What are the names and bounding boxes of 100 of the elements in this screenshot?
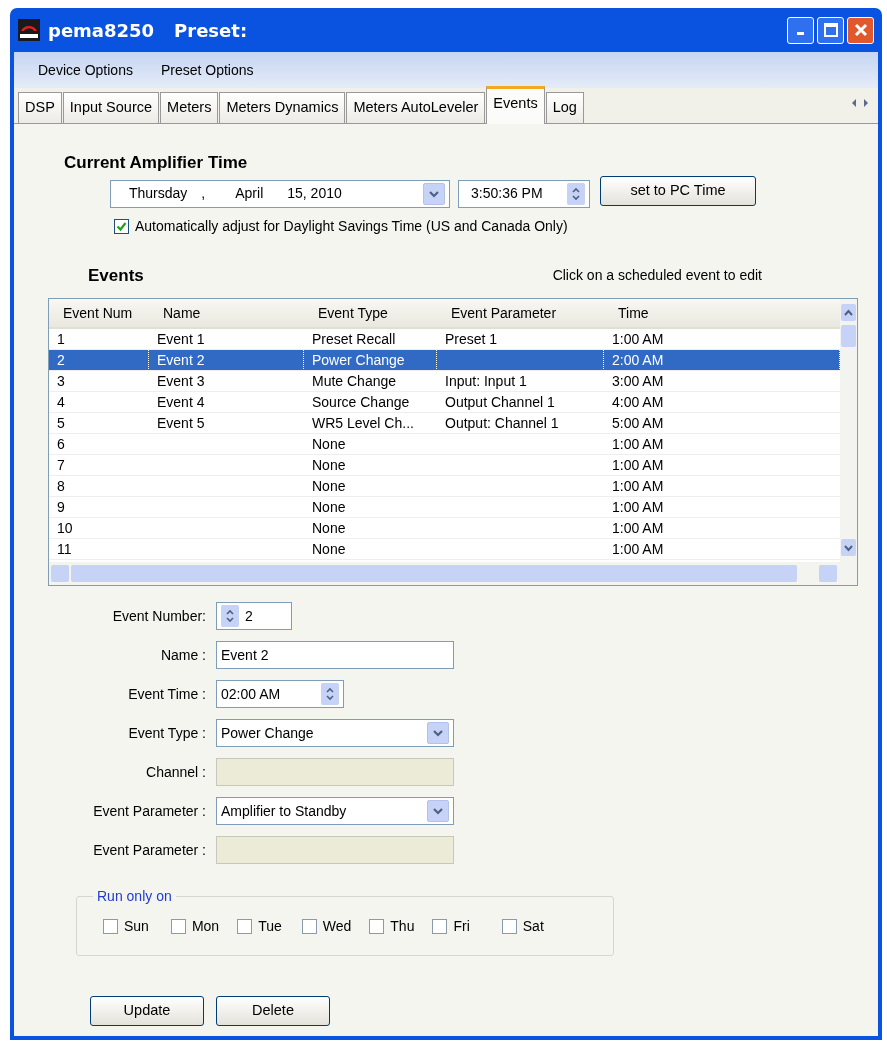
dropdown[interactable]: Amplifier to Standby: [216, 797, 454, 825]
delete-button[interactable]: Delete: [216, 996, 330, 1026]
table-cell[interactable]: Event 3: [149, 371, 304, 392]
date-part[interactable]: 15, 2010: [287, 183, 342, 204]
table-cell[interactable]: 4:00 AM: [604, 392, 840, 413]
table-cell[interactable]: 6: [49, 434, 149, 455]
table-cell[interactable]: None: [304, 455, 437, 476]
menu-item[interactable]: Preset Options: [160, 59, 254, 81]
dst-checkbox[interactable]: [114, 218, 129, 234]
table-cell[interactable]: Power Change: [304, 350, 437, 371]
app-logo-icon: [18, 19, 40, 41]
horizontal-scrollbar[interactable]: [49, 562, 857, 585]
table-cell[interactable]: Source Change: [304, 392, 437, 413]
tab[interactable]: Meters Dynamics: [219, 92, 346, 123]
table-cell[interactable]: 1:00 AM: [604, 497, 840, 518]
day-checkbox[interactable]: [103, 918, 118, 934]
table-cell[interactable]: 1:00 AM: [604, 518, 840, 539]
table-cell[interactable]: 1:00 AM: [604, 476, 840, 497]
close-button[interactable]: [847, 16, 874, 44]
table-cell[interactable]: 1:00 AM: [604, 434, 840, 455]
field-label: Event Number:: [111, 606, 207, 626]
table-cell[interactable]: None: [304, 434, 437, 455]
spinner-icon[interactable]: [567, 182, 585, 205]
table-cell[interactable]: 2:00 AM: [604, 350, 840, 371]
dropdown-value: Power Change: [221, 723, 314, 743]
tab[interactable]: Meters: [160, 92, 219, 123]
day-label: Wed: [322, 916, 352, 936]
dropdown[interactable]: Power Change: [216, 719, 454, 747]
table-cell[interactable]: None: [304, 539, 437, 560]
date-part[interactable]: ,: [201, 183, 206, 204]
field-label: Name :: [159, 645, 207, 665]
time-field[interactable]: 3:50:36 PM: [458, 179, 590, 208]
table-cell[interactable]: None: [304, 518, 437, 539]
table-cell[interactable]: Input: Input 1: [437, 371, 604, 392]
table-cell[interactable]: 2: [49, 350, 149, 371]
table-cell[interactable]: Event 5: [149, 413, 304, 434]
table-cell[interactable]: 1:00 AM: [604, 455, 840, 476]
vertical-scrollbar[interactable]: [840, 299, 857, 562]
date-picker[interactable]: Thursday , April 15, 2010: [110, 179, 450, 208]
day-checkbox[interactable]: [237, 918, 253, 934]
section-heading: Current Amplifier Time: [64, 152, 249, 174]
field-label: Event Time :: [127, 684, 207, 704]
column-header[interactable]: Event Parameter: [437, 299, 604, 329]
minimize-button[interactable]: [787, 16, 814, 44]
scroll-down-icon[interactable]: [840, 538, 857, 558]
date-part[interactable]: April: [235, 183, 264, 204]
tab[interactable]: Log: [545, 92, 584, 123]
table-cell[interactable]: 4: [49, 392, 149, 413]
spinner-icon[interactable]: [221, 605, 239, 627]
scroll-thumb[interactable]: [71, 565, 797, 582]
table-cell[interactable]: 1:00 AM: [604, 539, 840, 560]
table-cell[interactable]: 3: [49, 371, 149, 392]
day-label: Sun: [124, 916, 149, 936]
table-cell[interactable]: Event 4: [149, 392, 304, 413]
update-button[interactable]: Update: [90, 996, 204, 1026]
day-checkbox[interactable]: [301, 918, 317, 934]
number-spinner[interactable]: 2: [216, 602, 292, 630]
column-header[interactable]: Time: [604, 299, 840, 329]
table-cell[interactable]: 9: [49, 497, 149, 518]
selected-row-cell[interactable]: [437, 350, 604, 371]
day-checkbox[interactable]: [501, 918, 517, 934]
table-cell[interactable]: Output: Channel 1: [437, 413, 604, 434]
table-cell[interactable]: None: [304, 476, 437, 497]
time-value: 3:50:36 PM: [471, 184, 543, 203]
table-cell[interactable]: 10: [49, 518, 149, 539]
tab[interactable]: Input Source: [62, 92, 160, 123]
time-field[interactable]: 02:00 AM: [216, 680, 344, 708]
table-cell[interactable]: 8: [49, 476, 149, 497]
spinner-icon[interactable]: [321, 683, 339, 705]
scroll-up-icon[interactable]: [840, 303, 857, 323]
column-header[interactable]: Event Num: [49, 299, 149, 329]
column-header[interactable]: Name: [149, 299, 304, 329]
day-checkbox[interactable]: [432, 918, 448, 934]
time-value: 02:00 AM: [221, 684, 281, 704]
table-cell[interactable]: 5:00 AM: [604, 413, 840, 434]
table-cell[interactable]: Output Channel 1: [437, 392, 604, 413]
table-cell[interactable]: 3:00 AM: [604, 371, 840, 392]
day-checkbox[interactable]: [369, 918, 385, 934]
column-header[interactable]: Event Type: [304, 299, 437, 329]
maximize-button[interactable]: [817, 16, 844, 44]
set-time-button[interactable]: set to PC Time: [600, 175, 756, 206]
dst-label: Automatically adjust for Daylight Savings Time (US and Canada Only): [135, 216, 568, 236]
maximize-icon[interactable]: [823, 23, 838, 37]
close-icon[interactable]: [853, 23, 868, 37]
menu-item[interactable]: Device Options: [38, 59, 133, 81]
table-cell[interactable]: Mute Change: [304, 371, 437, 392]
date-part[interactable]: Thursday: [129, 183, 188, 204]
table-cell[interactable]: 7: [49, 455, 149, 476]
table-cell[interactable]: WR5 Level Ch...: [304, 413, 437, 434]
tab[interactable]: Meters AutoLeveler: [346, 92, 486, 123]
tab[interactable]: Events: [486, 86, 545, 124]
table-cell[interactable]: 11: [49, 539, 149, 560]
day-label: Tue: [258, 916, 282, 936]
scroll-thumb[interactable]: [841, 325, 856, 347]
table-cell[interactable]: 5: [49, 413, 149, 434]
name-field[interactable]: Event 2: [216, 641, 454, 669]
table-cell[interactable]: None: [304, 497, 437, 518]
day-checkbox[interactable]: [170, 918, 186, 934]
table-cell[interactable]: Event 2: [149, 350, 304, 371]
tab[interactable]: DSP: [18, 92, 62, 123]
